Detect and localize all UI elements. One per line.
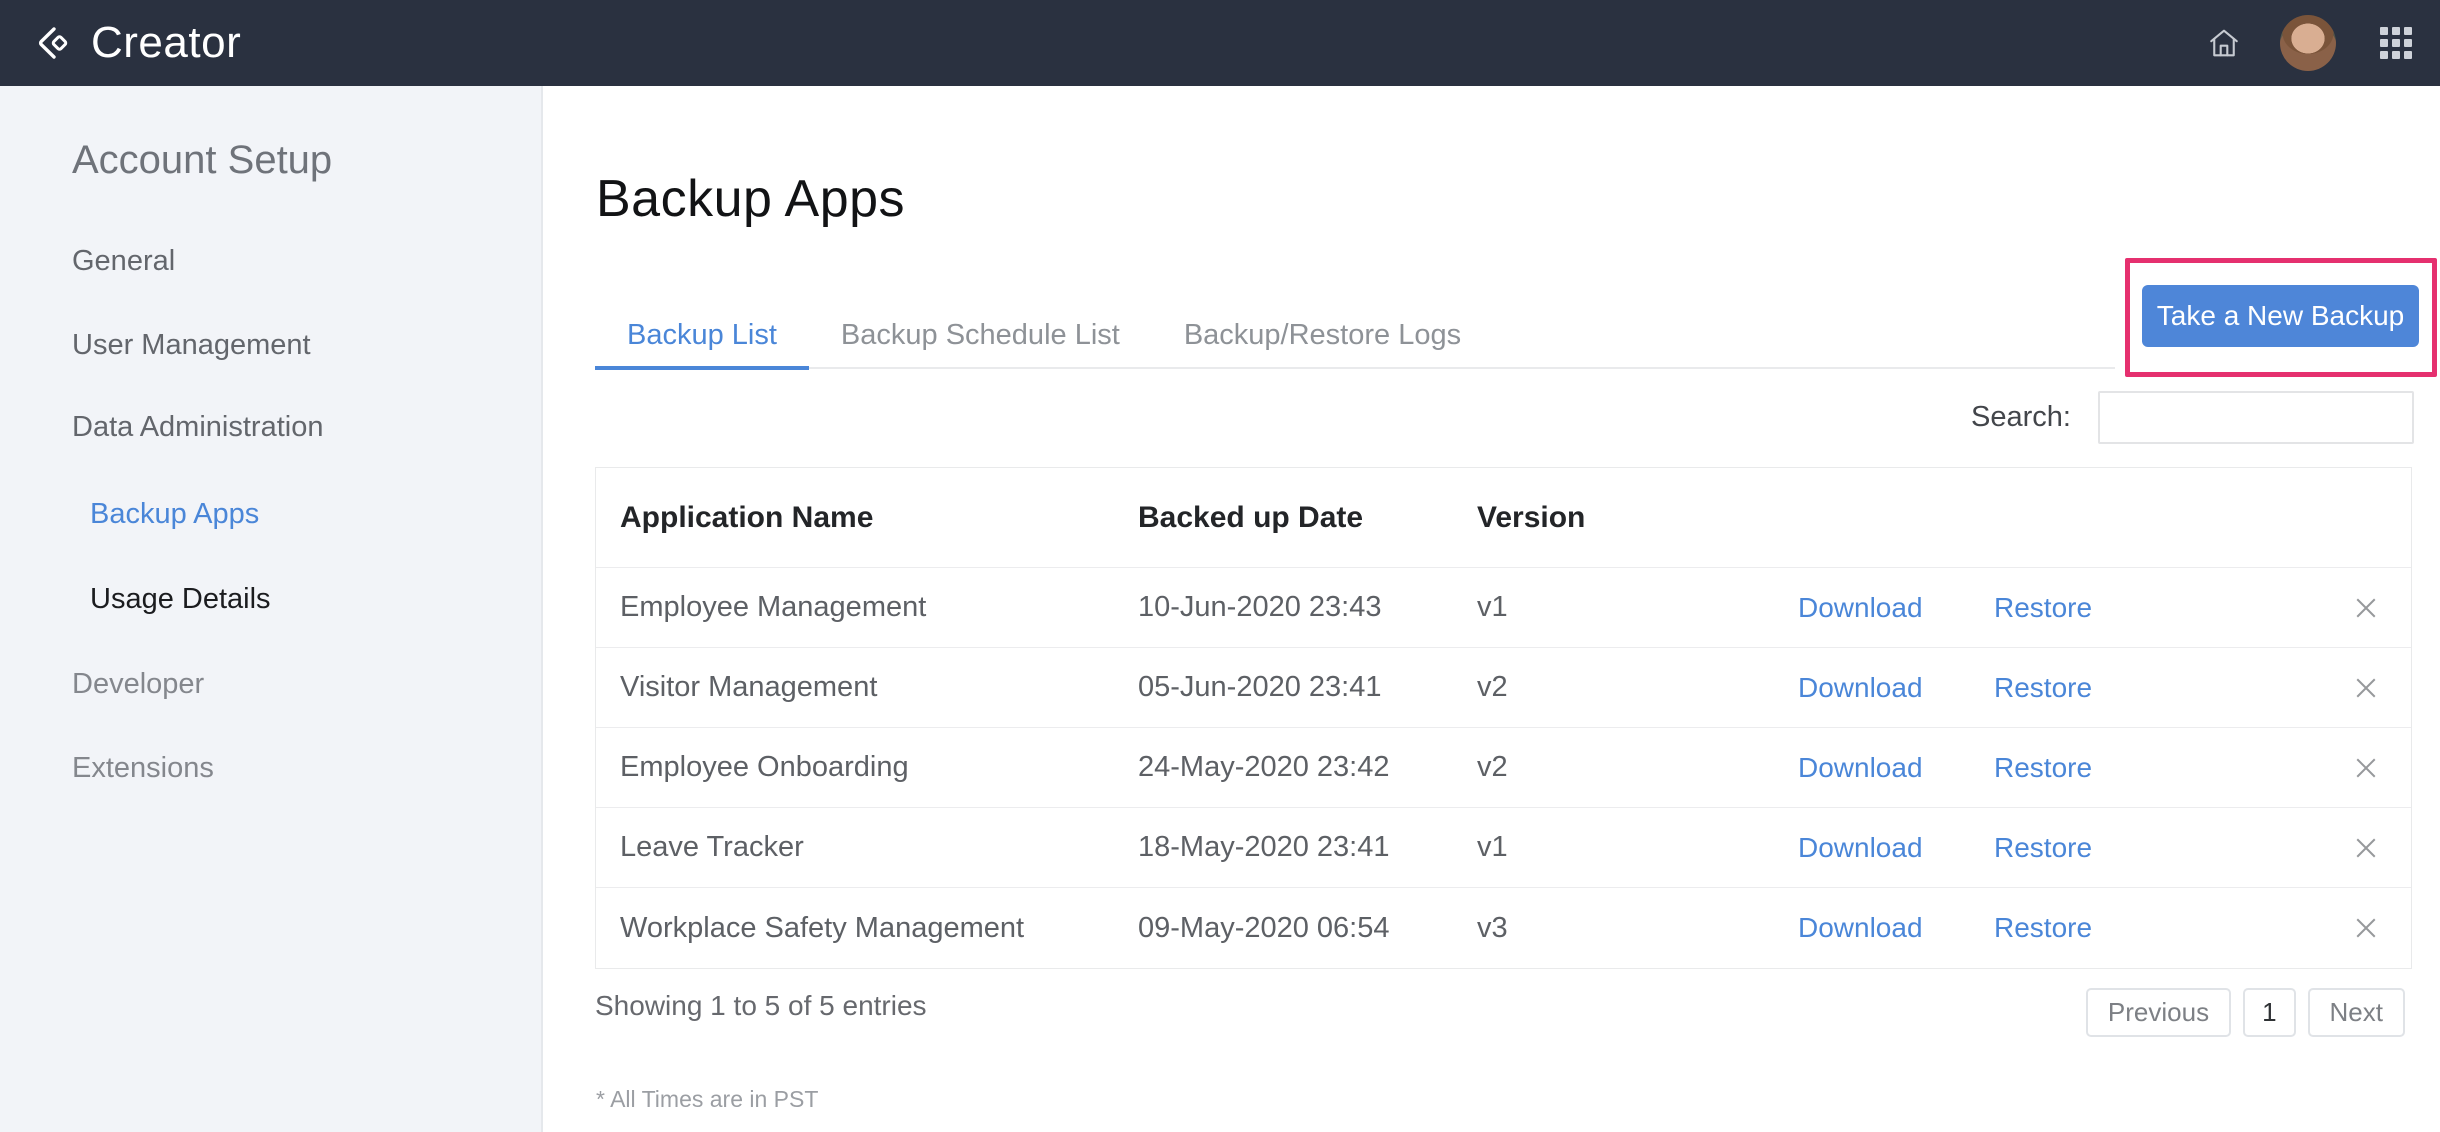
restore-link[interactable]: Restore: [1994, 832, 2194, 864]
search-label: Search:: [1983, 391, 2071, 444]
close-x-icon[interactable]: [2321, 753, 2411, 783]
page-title: Backup Apps: [596, 169, 905, 229]
apps-grid-icon[interactable]: [2380, 27, 2412, 59]
next-page-button[interactable]: Next: [2308, 988, 2405, 1037]
sidebar-item-usage-details[interactable]: Usage Details: [90, 582, 271, 616]
download-link[interactable]: Download: [1798, 672, 1994, 704]
sidebar-item-data-administration[interactable]: Data Administration: [72, 410, 323, 444]
download-link[interactable]: Download: [1798, 832, 1994, 864]
version-cell: v2: [1477, 751, 1798, 784]
app-name-cell: Leave Tracker: [596, 831, 1138, 864]
close-x-icon[interactable]: [2321, 673, 2411, 703]
tab-backup-list[interactable]: Backup List: [595, 304, 809, 367]
product-name: Creator: [91, 18, 241, 68]
table-row: Visitor Management 05-Jun-2020 23:41 v2 …: [596, 648, 2411, 728]
version-cell: v3: [1477, 912, 1798, 945]
table-row: Leave Tracker 18-May-2020 23:41 v1 Downl…: [596, 808, 2411, 888]
pagination: Previous 1 Next: [2086, 988, 2405, 1037]
sidebar-item-general[interactable]: General: [72, 244, 175, 278]
backup-date-cell: 24-May-2020 23:42: [1138, 751, 1477, 784]
sidebar-item-developer[interactable]: Developer: [72, 667, 204, 701]
close-x-icon[interactable]: [2321, 593, 2411, 623]
tab-backup-schedule-list[interactable]: Backup Schedule List: [809, 304, 1152, 367]
backup-date-cell: 05-Jun-2020 23:41: [1138, 671, 1477, 704]
table-row: Workplace Safety Management 09-May-2020 …: [596, 888, 2411, 968]
sidebar-item-backup-apps[interactable]: Backup Apps: [90, 497, 259, 531]
sidebar-heading: Account Setup: [72, 138, 332, 182]
restore-link[interactable]: Restore: [1994, 752, 2194, 784]
backup-date-cell: 09-May-2020 06:54: [1138, 912, 1477, 945]
home-icon[interactable]: [2206, 25, 2242, 61]
take-new-backup-button[interactable]: Take a New Backup: [2142, 285, 2419, 347]
sidebar-item-extensions[interactable]: Extensions: [72, 751, 214, 785]
tabbar: Backup List Backup Schedule List Backup/…: [595, 304, 2115, 369]
previous-page-button[interactable]: Previous: [2086, 988, 2231, 1037]
sidebar: Account Setup General User Management Da…: [0, 86, 543, 1132]
backup-date-cell: 10-Jun-2020 23:43: [1138, 591, 1477, 624]
table-row: Employee Onboarding 24-May-2020 23:42 v2…: [596, 728, 2411, 808]
close-x-icon[interactable]: [2321, 913, 2411, 943]
column-application-name: Application Name: [596, 501, 1138, 535]
backup-table: Application Name Backed up Date Version …: [595, 467, 2412, 969]
column-version: Version: [1477, 501, 1798, 535]
version-cell: v1: [1477, 831, 1798, 864]
timezone-footnote: * All Times are in PST: [596, 1086, 818, 1113]
table-header-row: Application Name Backed up Date Version: [596, 468, 2411, 568]
creator-logo[interactable]: Creator: [0, 18, 241, 68]
app-name-cell: Workplace Safety Management: [596, 912, 1138, 945]
page-number-button[interactable]: 1: [2243, 988, 2295, 1037]
backup-date-cell: 18-May-2020 23:41: [1138, 831, 1477, 864]
version-cell: v2: [1477, 671, 1798, 704]
restore-link[interactable]: Restore: [1994, 672, 2194, 704]
app-name-cell: Employee Management: [596, 591, 1138, 624]
close-x-icon[interactable]: [2321, 833, 2411, 863]
sidebar-item-user-management[interactable]: User Management: [72, 328, 311, 362]
version-cell: v1: [1477, 591, 1798, 624]
page-shell: Account Setup General User Management Da…: [0, 86, 2440, 1132]
column-backed-up-date: Backed up Date: [1138, 501, 1477, 535]
download-link[interactable]: Download: [1798, 592, 1994, 624]
table-row: Employee Management 10-Jun-2020 23:43 v1…: [596, 568, 2411, 648]
download-link[interactable]: Download: [1798, 752, 1994, 784]
tab-backup-restore-logs[interactable]: Backup/Restore Logs: [1152, 304, 1493, 367]
restore-link[interactable]: Restore: [1994, 912, 2194, 944]
download-link[interactable]: Download: [1798, 912, 1994, 944]
restore-link[interactable]: Restore: [1994, 592, 2194, 624]
user-avatar[interactable]: [2280, 15, 2336, 71]
topbar: Creator: [0, 0, 2440, 86]
app-name-cell: Visitor Management: [596, 671, 1138, 704]
creator-logo-icon: [33, 23, 71, 63]
app-name-cell: Employee Onboarding: [596, 751, 1138, 784]
topbar-actions: [2206, 15, 2440, 71]
main-content: Backup Apps Backup List Backup Schedule …: [543, 86, 2440, 1132]
search-input[interactable]: [2098, 391, 2414, 444]
entries-summary: Showing 1 to 5 of 5 entries: [595, 990, 927, 1022]
